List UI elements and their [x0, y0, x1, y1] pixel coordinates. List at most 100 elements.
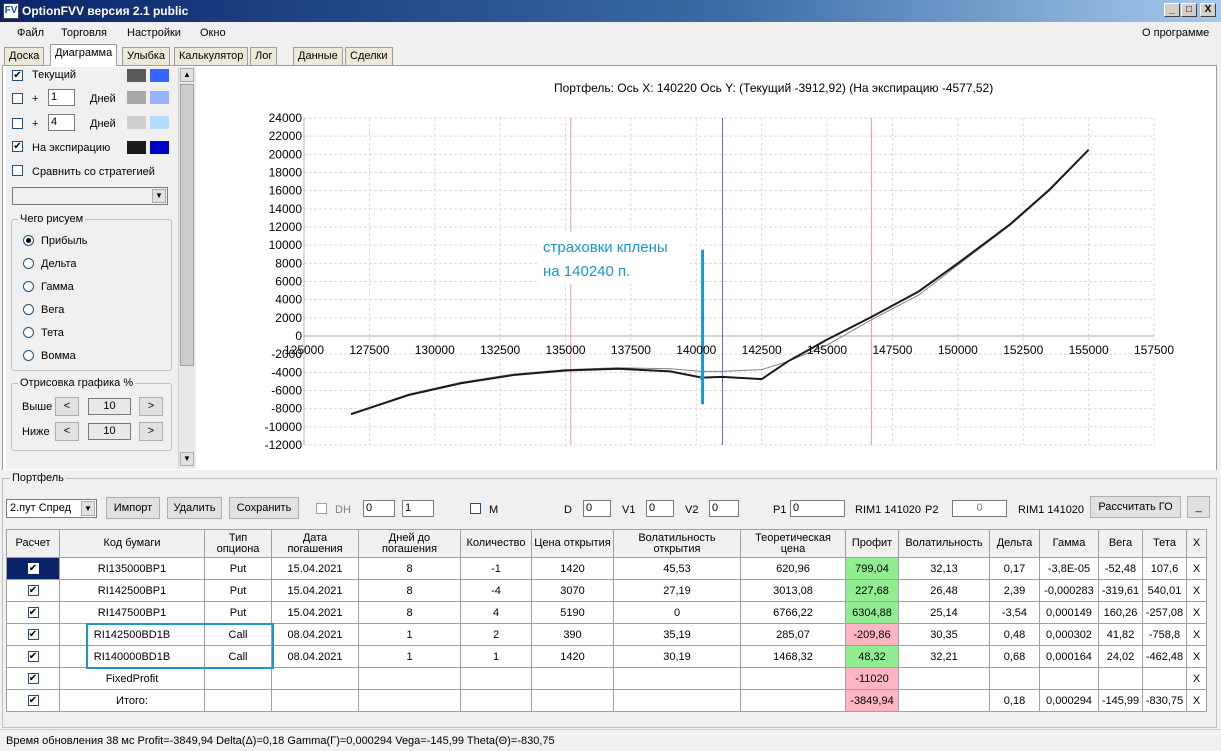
remove-row-button[interactable]: X — [1186, 689, 1207, 712]
tab-deals[interactable]: Сделки — [345, 47, 393, 66]
remove-row-button[interactable]: X — [1186, 623, 1207, 646]
remove-row-button[interactable]: X — [1186, 601, 1207, 624]
column-header[interactable]: Дней до погашения — [358, 529, 461, 558]
above-increase-button[interactable]: > — [139, 397, 163, 416]
radio-vega[interactable] — [23, 304, 34, 315]
table-row[interactable]: ✔ RI142500BP1 Put 15.04.2021 8 -4 3070 27,19 301… — [6, 579, 1207, 602]
column-header[interactable]: Количество — [460, 529, 532, 558]
minimize-button[interactable]: _ — [1164, 3, 1180, 17]
tab-smile[interactable]: Улыбка — [122, 47, 171, 66]
close-button[interactable]: X — [1200, 3, 1216, 17]
strategy-select[interactable]: ▼ — [12, 187, 168, 205]
row-calc-checkbox[interactable]: ✔ — [27, 585, 39, 597]
radio-delta[interactable] — [23, 258, 34, 269]
plus1-color-2[interactable] — [150, 91, 169, 104]
profit-chart[interactable]: Портфель: Ось X: 140220 Ось Y: (Текущий … — [200, 68, 1212, 468]
dh-checkbox[interactable] — [316, 503, 327, 514]
expiration-color-1[interactable] — [127, 141, 146, 154]
splitter[interactable] — [0, 470, 1221, 476]
menu-about[interactable]: О программе — [1142, 27, 1209, 39]
tab-data[interactable]: Данные — [293, 47, 343, 66]
chevron-down-icon[interactable]: ▼ — [81, 501, 95, 516]
v2-input[interactable]: 0 — [709, 500, 739, 517]
column-header[interactable]: Тип опциона — [204, 529, 272, 558]
left-panel-scrollbar[interactable]: ▲ ▼ — [178, 67, 195, 468]
dh-spin-2[interactable]: 1 — [402, 500, 434, 517]
plus4-color-1[interactable] — [127, 116, 146, 129]
dh-spin-1[interactable]: 0 — [363, 500, 395, 517]
plus1-checkbox[interactable] — [12, 93, 23, 104]
column-header[interactable]: Дата погашения — [271, 529, 359, 558]
row-calc-cell[interactable]: ✔ — [6, 557, 60, 580]
column-header[interactable]: Волатильность открытия — [613, 529, 741, 558]
row-calc-checkbox[interactable]: ✔ — [27, 607, 39, 619]
row-calc-cell[interactable]: ✔ — [6, 579, 60, 602]
calc-margin-button[interactable]: Рассчитать ГО — [1090, 496, 1181, 518]
column-header[interactable]: Вега — [1098, 529, 1143, 558]
expiration-color-2[interactable] — [150, 141, 169, 154]
column-header[interactable]: Дельта — [989, 529, 1040, 558]
row-calc-cell[interactable]: ✔ — [6, 645, 60, 668]
d-input[interactable]: 0 — [583, 500, 611, 517]
title-bar[interactable]: FV OptionFVV версия 2.1 public _ □ X — [0, 0, 1221, 22]
scroll-thumb[interactable] — [180, 84, 194, 366]
compare-checkbox[interactable] — [12, 165, 23, 176]
remove-row-button[interactable]: X — [1186, 579, 1207, 602]
menu-window[interactable]: Окно — [200, 27, 226, 39]
plus4-checkbox[interactable] — [12, 118, 23, 129]
column-header[interactable]: Тета — [1142, 529, 1187, 558]
row-calc-cell[interactable]: ✔ — [6, 601, 60, 624]
plus4-days-input[interactable]: 4 — [48, 114, 75, 131]
plus1-color-1[interactable] — [127, 91, 146, 104]
row-calc-cell[interactable]: ✔ — [6, 623, 60, 646]
row-calc-checkbox[interactable]: ✔ — [27, 563, 39, 575]
tab-board[interactable]: Доска — [4, 47, 45, 66]
chevron-down-icon[interactable]: ▼ — [152, 189, 166, 203]
above-value[interactable]: 10 — [88, 398, 131, 415]
save-button[interactable]: Сохранить — [229, 497, 299, 519]
table-row[interactable]: ✔ RI147500BP1 Put 15.04.2021 8 4 5190 0 6766,22 6… — [6, 601, 1207, 624]
extra-button[interactable]: _ — [1187, 496, 1210, 518]
expiration-checkbox[interactable]: ✔ — [12, 141, 23, 152]
m-checkbox[interactable] — [470, 503, 481, 514]
plus4-color-2[interactable] — [150, 116, 169, 129]
below-increase-button[interactable]: > — [139, 422, 163, 441]
current-color-1[interactable] — [127, 69, 146, 82]
table-row[interactable]: ✔ FixedProfit -11020 X — [6, 667, 1207, 690]
below-decrease-button[interactable]: < — [55, 422, 79, 441]
menu-file[interactable]: Файл — [17, 27, 44, 39]
column-header[interactable]: Цена открытия — [531, 529, 614, 558]
maximize-button[interactable]: □ — [1181, 3, 1197, 17]
remove-row-button[interactable]: X — [1186, 557, 1207, 580]
row-calc-checkbox[interactable]: ✔ — [27, 651, 39, 663]
column-header[interactable]: Расчет — [6, 529, 60, 558]
portfolio-select[interactable]: 2.пут Спред ▼ — [6, 499, 97, 518]
row-calc-cell[interactable]: ✔ — [6, 689, 60, 712]
scroll-down-icon[interactable]: ▼ — [180, 452, 194, 466]
radio-profit[interactable] — [23, 235, 34, 246]
positions-table[interactable]: Расчет Код бумаги Тип опциона Дата погашени… — [6, 529, 1207, 712]
radio-gamma[interactable] — [23, 281, 34, 292]
delete-button[interactable]: Удалить — [167, 497, 222, 519]
column-header[interactable]: Гамма — [1039, 529, 1099, 558]
column-header[interactable]: Профит — [845, 529, 899, 558]
remove-row-button[interactable]: X — [1186, 667, 1207, 690]
menu-trading[interactable]: Торговля — [61, 27, 107, 39]
column-header[interactable]: Теоретическая цена — [740, 529, 846, 558]
table-row[interactable]: ✔ Итого: -3849,94 0,18 0,000294 -145,99 -830,7… — [6, 689, 1207, 712]
remove-row-button[interactable]: X — [1186, 645, 1207, 668]
p1-input[interactable]: 0 — [790, 500, 845, 517]
v1-input[interactable]: 0 — [646, 500, 674, 517]
scroll-up-icon[interactable]: ▲ — [180, 68, 194, 82]
tab-diagram[interactable]: Диаграмма — [50, 44, 118, 66]
below-value[interactable]: 10 — [88, 423, 131, 440]
radio-vomma[interactable] — [23, 350, 34, 361]
column-header[interactable]: Код бумаги — [59, 529, 205, 558]
column-header[interactable]: X — [1186, 529, 1207, 558]
p2-input[interactable]: 0 — [952, 500, 1007, 517]
column-header[interactable]: Волатильность — [898, 529, 990, 558]
menu-settings[interactable]: Настройки — [127, 27, 181, 39]
tab-log[interactable]: Лог — [250, 47, 278, 66]
above-decrease-button[interactable]: < — [55, 397, 79, 416]
import-button[interactable]: Импорт — [106, 497, 160, 519]
